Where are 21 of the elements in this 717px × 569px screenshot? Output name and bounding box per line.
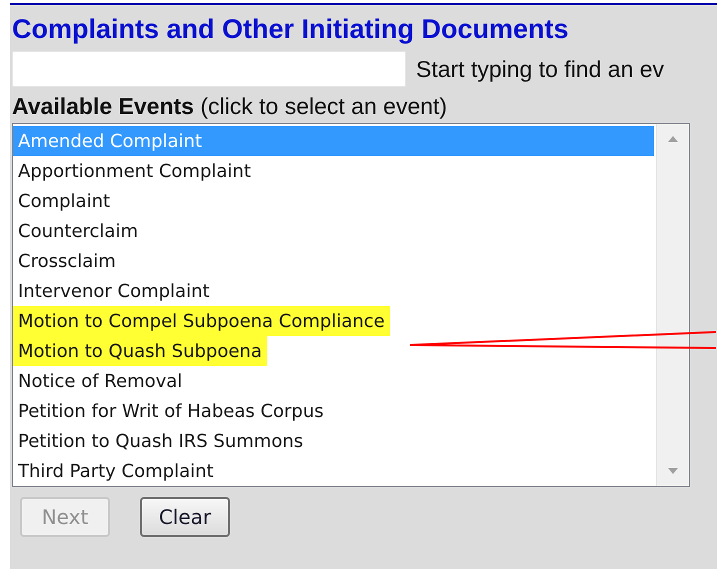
highlight-mark: Motion to Compel Subpoena Compliance (13, 306, 390, 336)
event-item[interactable]: Third Party Complaint (13, 456, 654, 486)
event-item[interactable]: Intervenor Complaint (13, 276, 654, 306)
event-item[interactable]: Petition to Quash IRS Summons (13, 426, 654, 456)
scroll-down-icon[interactable] (668, 468, 678, 474)
event-item[interactable]: Motion to Compel Subpoena Compliance (13, 306, 654, 336)
form-button[interactable]: Clear (140, 497, 230, 537)
event-item[interactable]: Motion to Quash Subpoena (13, 336, 654, 366)
event-item[interactable]: Petition for Writ of Habeas Corpus (13, 396, 654, 426)
event-item[interactable]: Complaint (13, 186, 654, 216)
highlight-mark: Motion to Quash Subpoena (13, 336, 267, 366)
event-item[interactable]: Counterclaim (13, 216, 654, 246)
scrollbar[interactable] (656, 124, 689, 486)
scroll-up-icon[interactable] (668, 136, 678, 142)
events-label: Available Events (click to select an event) (12, 92, 448, 121)
page-heading: Complaints and Other Initiating Documents (12, 13, 570, 45)
event-item[interactable]: Apportionment Complaint (13, 156, 654, 186)
search-hint: Start typing to find an ev (416, 56, 664, 82)
event-item[interactable]: Crossclaim (13, 246, 654, 276)
search-field[interactable] (12, 51, 406, 87)
event-item[interactable]: Notice of Removal (13, 366, 654, 396)
